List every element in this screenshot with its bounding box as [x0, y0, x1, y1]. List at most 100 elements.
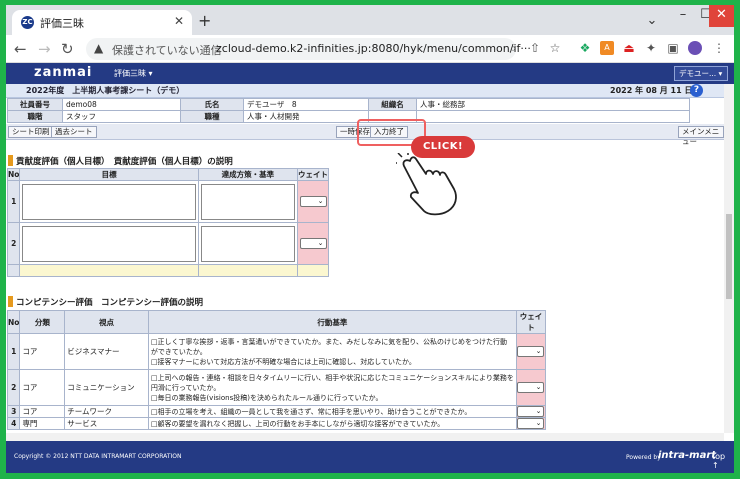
emp-no-label: 社員番号	[7, 98, 63, 111]
vertical-scrollbar[interactable]	[724, 84, 734, 433]
tab-search-icon[interactable]: ⌄	[638, 11, 666, 33]
favicon-icon: ZC	[21, 16, 34, 29]
back-to-top-link[interactable]: top ↑	[712, 452, 734, 470]
row-crit: □上司への報告・連絡・相談を日々タイムリーに行い、相手や状況に応じたコミュニケー…	[147, 369, 517, 406]
pdf-extension-icon[interactable]: ⏏	[622, 41, 636, 55]
horizontal-scrollbar[interactable]	[6, 433, 724, 441]
name-label: 氏名	[180, 98, 244, 111]
address-bar[interactable]: ▲ 保護されていない通信 zcloud-demo.k2-infinities.j…	[86, 38, 531, 60]
rank-label: 職階	[7, 110, 63, 123]
row-crit: □正しく丁寧な挨拶・返事・言葉遣いができていたか。また、みだしなみに気を配り、公…	[147, 333, 517, 370]
col-method: 達成方策・基準	[197, 168, 299, 181]
app-header: zanmai 評価三昧 ▾ デモユー... ▾	[6, 63, 734, 84]
method-input-1[interactable]	[200, 183, 296, 220]
zoom-icon[interactable]: ⌕	[506, 41, 520, 55]
comp-weight-select-2[interactable]: ⌄	[517, 382, 545, 393]
new-tab-button[interactable]: +	[198, 11, 211, 30]
row-view: コミュニケーション	[64, 369, 149, 406]
goal-input-1[interactable]	[22, 183, 196, 220]
kebab-menu-icon[interactable]: ⋮	[712, 41, 726, 55]
competency-table: No 分類 視点 行動基準 ウェイト 1 コア ビジネスマナー □正しく丁寧な挨…	[6, 310, 547, 430]
table-row: 1 コア ビジネスマナー □正しく丁寧な挨拶・返事・言葉遣いができていたか。また…	[6, 333, 547, 370]
comp-weight-select-3[interactable]: ⌄	[517, 406, 545, 417]
comp-weight-select-1[interactable]: ⌄	[517, 346, 545, 357]
copyright: Copyright © 2012 NTT DATA INTRAMART CORP…	[14, 453, 182, 460]
table-row: 1 ⌄	[6, 180, 329, 223]
row-view: チームワーク	[64, 405, 149, 418]
contrib-table: No 目標 達成方策・基準 ウェイト 1 ⌄ 2 ⌄	[6, 168, 329, 277]
row-cat: 専門	[19, 417, 66, 430]
row-cat: コア	[19, 405, 66, 418]
app-logo: zanmai	[34, 65, 93, 80]
comp-weight-select-4[interactable]: ⌄	[517, 418, 545, 429]
col-crit: 行動基準	[147, 310, 517, 334]
pointing-hand-icon	[396, 153, 457, 216]
row-no: 1	[6, 180, 21, 223]
row-crit: □相手の立場を考え、組織の一員として我を通さず、常に相手を思いやり、助け合うこと…	[147, 405, 517, 418]
close-window-button[interactable]: ✕	[709, 5, 734, 27]
tab-bar: ZC 評価三昧 ✕ + ⌄ – ☐ ✕	[6, 5, 734, 35]
row-no: 3	[6, 405, 21, 418]
app-menu[interactable]: 評価三昧 ▾	[114, 68, 153, 79]
profile-avatar-icon[interactable]	[688, 41, 702, 55]
weight-select-1[interactable]: ⌄	[299, 196, 327, 207]
row-no: 2	[6, 369, 21, 406]
col-goal: 目標	[19, 168, 199, 181]
org-value: 人事・総務部	[416, 98, 690, 111]
row-cat: コア	[19, 333, 66, 370]
reload-icon[interactable]: ↻	[61, 40, 74, 58]
col-no: No	[6, 168, 21, 181]
extension-orange-icon[interactable]: A	[600, 41, 614, 55]
job-label: 職種	[180, 110, 244, 123]
row-crit: □顧客の要望を漏れなく把握し、上司の行動をお手本にしながら適切な接客ができていた…	[147, 417, 517, 430]
row-no: 1	[6, 333, 21, 370]
table-row: 3 コア チームワーク □相手の立場を考え、組織の一員として我を通さず、常に相手…	[6, 405, 547, 418]
table-row: 4 専門 サービス □顧客の要望を漏れなく把握し、上司の行動をお手本にしながら適…	[6, 417, 547, 430]
app-footer: Copyright © 2012 NTT DATA INTRAMART CORP…	[6, 441, 734, 473]
help-icon[interactable]: ?	[690, 84, 703, 97]
col-no: No	[6, 310, 21, 334]
section-marker	[8, 155, 13, 166]
row-view: サービス	[64, 417, 149, 430]
sheet-title: 2022年度 上半期人事考課シート（デモ）	[26, 86, 185, 95]
col-cat: 分類	[19, 310, 66, 334]
row-cat: コア	[19, 369, 66, 406]
user-menu[interactable]: デモユー... ▾	[674, 66, 728, 81]
rank-value: スタッフ	[62, 110, 181, 123]
past-sheet-button[interactable]: 過去シート	[51, 126, 97, 138]
intramart-logo: intra-mart	[658, 450, 717, 461]
bookmark-star-icon[interactable]: ☆	[548, 41, 562, 55]
security-label: 保護されていない通信	[112, 44, 222, 57]
extensions-puzzle-icon[interactable]: ✦	[644, 41, 658, 55]
contrib-section-title: 貢献度評価（個人目標） 貢献度評価（個人目標）の説明	[16, 157, 233, 167]
warning-icon[interactable]: ▲	[94, 41, 103, 55]
method-input-2[interactable]	[200, 225, 296, 262]
row-no: 4	[6, 417, 21, 430]
scroll-thumb[interactable]	[726, 214, 732, 299]
weight-select-2[interactable]: ⌄	[299, 238, 327, 249]
powered-by: Powered by	[626, 454, 661, 461]
forward-icon[interactable]: →	[38, 40, 51, 58]
emp-no-value: demo08	[62, 98, 181, 111]
section-marker	[8, 296, 13, 307]
row-view: ビジネスマナー	[64, 333, 149, 370]
share-icon[interactable]: ⇧	[528, 41, 542, 55]
table-row: 2 コア コミュニケーション □上司への報告・連絡・相談を日々タイムリーに行い、…	[6, 369, 547, 406]
url-text: zcloud-demo.k2-infinities.jp:8080/hyk/me…	[216, 42, 531, 55]
total-row	[6, 264, 329, 277]
job-value: 人事・人材開発	[243, 110, 369, 123]
col-weight: ウェイト	[515, 310, 547, 334]
goal-input-2[interactable]	[22, 225, 196, 262]
browser-tab[interactable]: ZC 評価三昧 ✕	[12, 10, 192, 35]
back-icon[interactable]: ←	[14, 40, 27, 58]
table-row: 2 ⌄	[6, 222, 329, 265]
main-menu-button[interactable]: メインメニュー	[678, 126, 724, 146]
close-tab-icon[interactable]: ✕	[174, 14, 184, 28]
sheet-date: 2022 年 08 月 11 日	[610, 86, 693, 95]
print-sheet-button[interactable]: シート印刷	[8, 126, 54, 138]
sidepanel-icon[interactable]: ▣	[666, 41, 680, 55]
extension-green-icon[interactable]: ❖	[578, 41, 592, 55]
browser-window: ZC 評価三昧 ✕ + ⌄ – ☐ ✕ ← → ↻ ▲ 保護されていない通信 z…	[6, 5, 734, 473]
org-label: 組織名	[368, 98, 417, 111]
name-value: デモユーザ 8	[243, 98, 369, 111]
